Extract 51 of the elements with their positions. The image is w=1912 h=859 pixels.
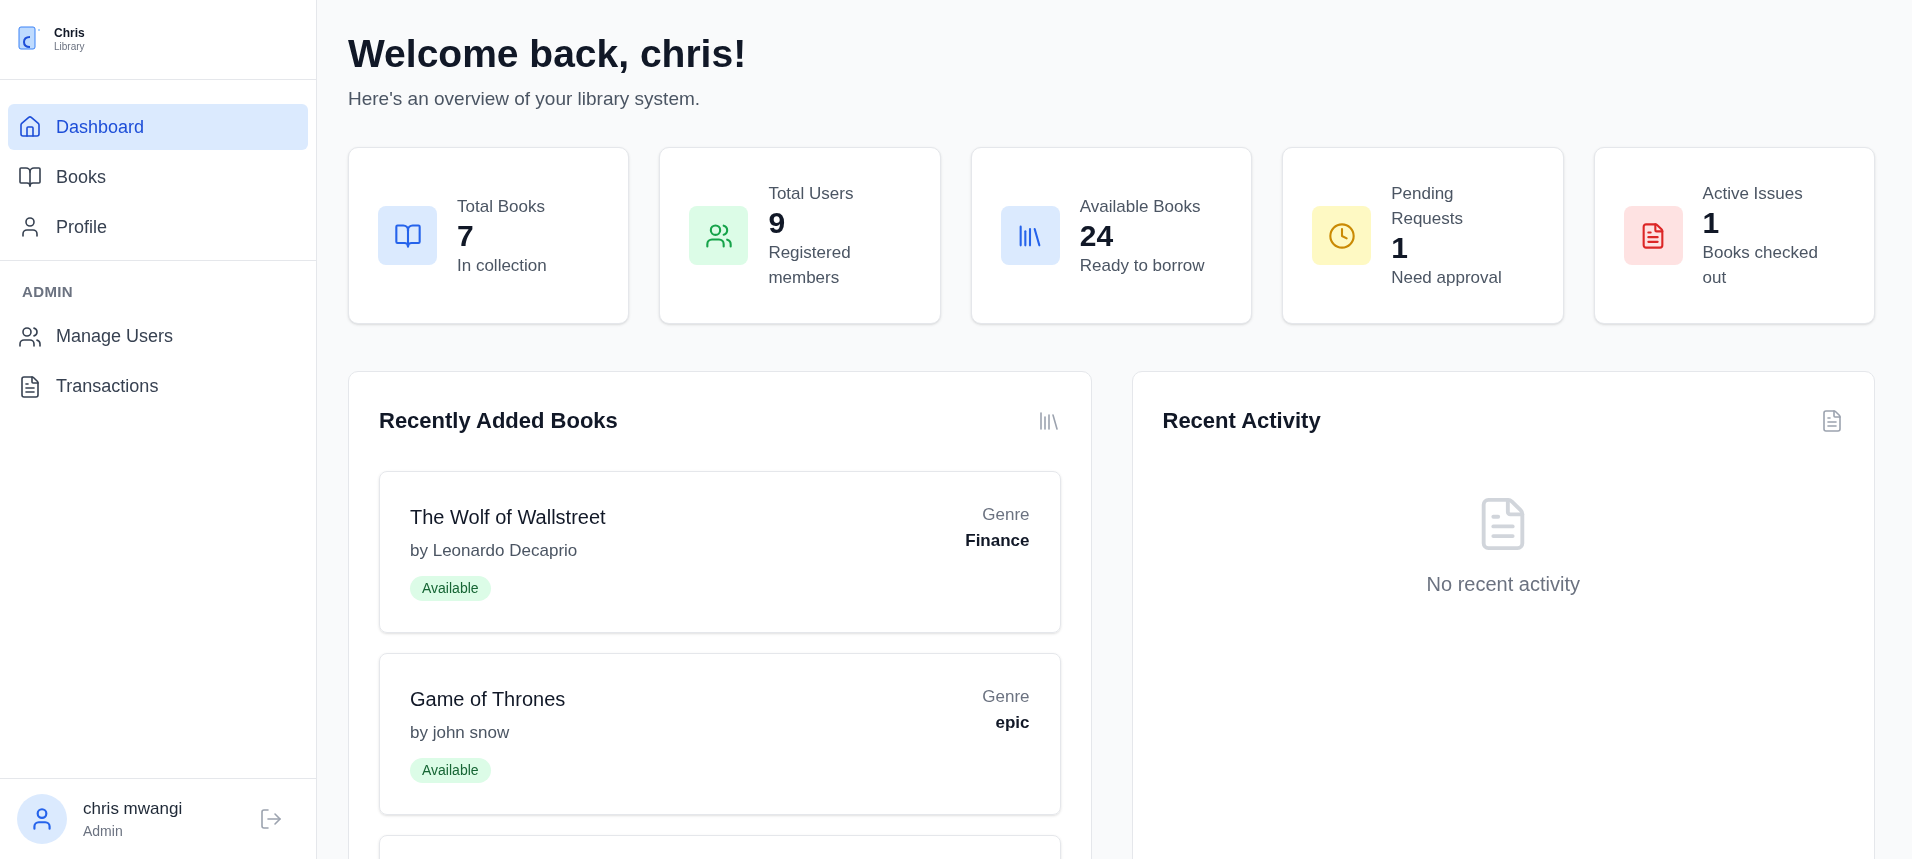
- book-icon: [18, 165, 42, 189]
- brand-subtitle: Library: [54, 40, 85, 52]
- nav-item[interactable]: Books: [8, 154, 308, 200]
- file-icon: [18, 374, 42, 399]
- nav-item[interactable]: Profile: [8, 204, 308, 250]
- home-icon: [18, 115, 42, 139]
- book-author: by Leonardo Decaprio: [410, 540, 578, 563]
- book-card[interactable]: Game of Thrones by john snow Available Genre epic: [379, 653, 1061, 816]
- stat-label: Active Issues: [1702, 183, 1804, 206]
- book-icon: [393, 221, 422, 250]
- stat-note: Books checked out: [1702, 242, 1819, 290]
- section-heading: ADMIN: [21, 282, 75, 302]
- panel-title: Recently Added Books: [379, 407, 618, 436]
- stat-note: Need approval: [1391, 267, 1503, 290]
- status-badge: Available: [410, 757, 491, 783]
- stat-value: 1: [1702, 206, 1721, 241]
- panel-title: Recent Activity: [1162, 407, 1321, 436]
- genre-value: Finance: [965, 529, 1030, 552]
- stat-label: Total Books: [457, 195, 546, 218]
- stat-label: Total Users: [768, 183, 855, 206]
- page-subtitle: Here's an overview of your library system.: [348, 86, 702, 111]
- document-icon: [1820, 408, 1844, 433]
- stat-label: Pending Requests: [1391, 183, 1464, 231]
- brand-name: Chris: [54, 27, 85, 41]
- stat-value: 7: [457, 218, 475, 253]
- users-icon: [704, 221, 733, 250]
- stat-note: In collection: [457, 254, 547, 277]
- empty-state-text: No recent activity: [1426, 572, 1580, 598]
- user-role: Admin: [83, 822, 124, 842]
- page-title: Welcome back, chris!: [348, 31, 748, 77]
- book-card[interactable]: The Wolf of Wallstreet by Leonardo Decaprio Available Genre Finance: [379, 471, 1061, 634]
- stat-note: Ready to borrow: [1079, 254, 1205, 277]
- stat-label: Available Books: [1079, 195, 1202, 218]
- genre-label: Genre: [982, 686, 1030, 709]
- user-name: chris mwangi: [83, 797, 184, 820]
- book-author: by john snow: [410, 722, 510, 745]
- genre-label: Genre: [982, 504, 1030, 527]
- status-badge: Available: [410, 575, 491, 601]
- stat-value: 1: [1391, 231, 1409, 266]
- nav-item[interactable]: Transactions: [8, 363, 308, 410]
- stat-value: 24: [1079, 218, 1115, 253]
- nav-item[interactable]: Dashboard: [8, 104, 308, 150]
- clock-icon: [1327, 221, 1356, 250]
- book-title: Game of Thrones: [410, 687, 566, 713]
- stat-value: 9: [768, 206, 787, 241]
- users-icon: [18, 324, 42, 349]
- stat-note: Registered members: [768, 242, 852, 290]
- genre-value: epic: [995, 711, 1030, 734]
- nav-item[interactable]: Manage Users: [8, 313, 308, 360]
- logout-icon: [259, 807, 283, 831]
- book-title: The Wolf of Wallstreet: [410, 505, 606, 531]
